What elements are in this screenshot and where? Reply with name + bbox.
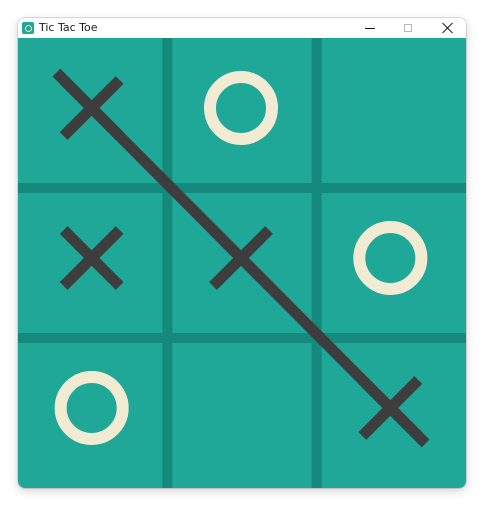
app-window: Tic Tac Toe	[18, 18, 466, 488]
board-cell-r2-c0[interactable]	[18, 338, 167, 488]
game-board[interactable]	[18, 38, 466, 488]
board-cell-r2-c1[interactable]	[167, 338, 316, 488]
close-button[interactable]	[428, 18, 466, 38]
maximize-button[interactable]	[389, 18, 427, 38]
game-board-area	[18, 38, 466, 488]
board-cell-r0-c2[interactable]	[317, 38, 466, 188]
grid-line-vertical	[311, 38, 322, 488]
minimize-button[interactable]	[351, 18, 389, 38]
close-icon	[441, 22, 453, 34]
board-cell-r1-c2[interactable]	[317, 188, 466, 338]
title-bar[interactable]: Tic Tac Toe	[18, 18, 466, 38]
grid-line-vertical	[162, 38, 173, 488]
grid-line-horizontal	[18, 333, 466, 343]
board-cell-r0-c1[interactable]	[167, 38, 316, 188]
maximize-icon	[404, 24, 412, 32]
minimize-icon	[365, 27, 375, 29]
window-title: Tic Tac Toe	[39, 21, 98, 34]
app-icon	[22, 22, 34, 34]
grid-line-horizontal	[18, 183, 466, 193]
